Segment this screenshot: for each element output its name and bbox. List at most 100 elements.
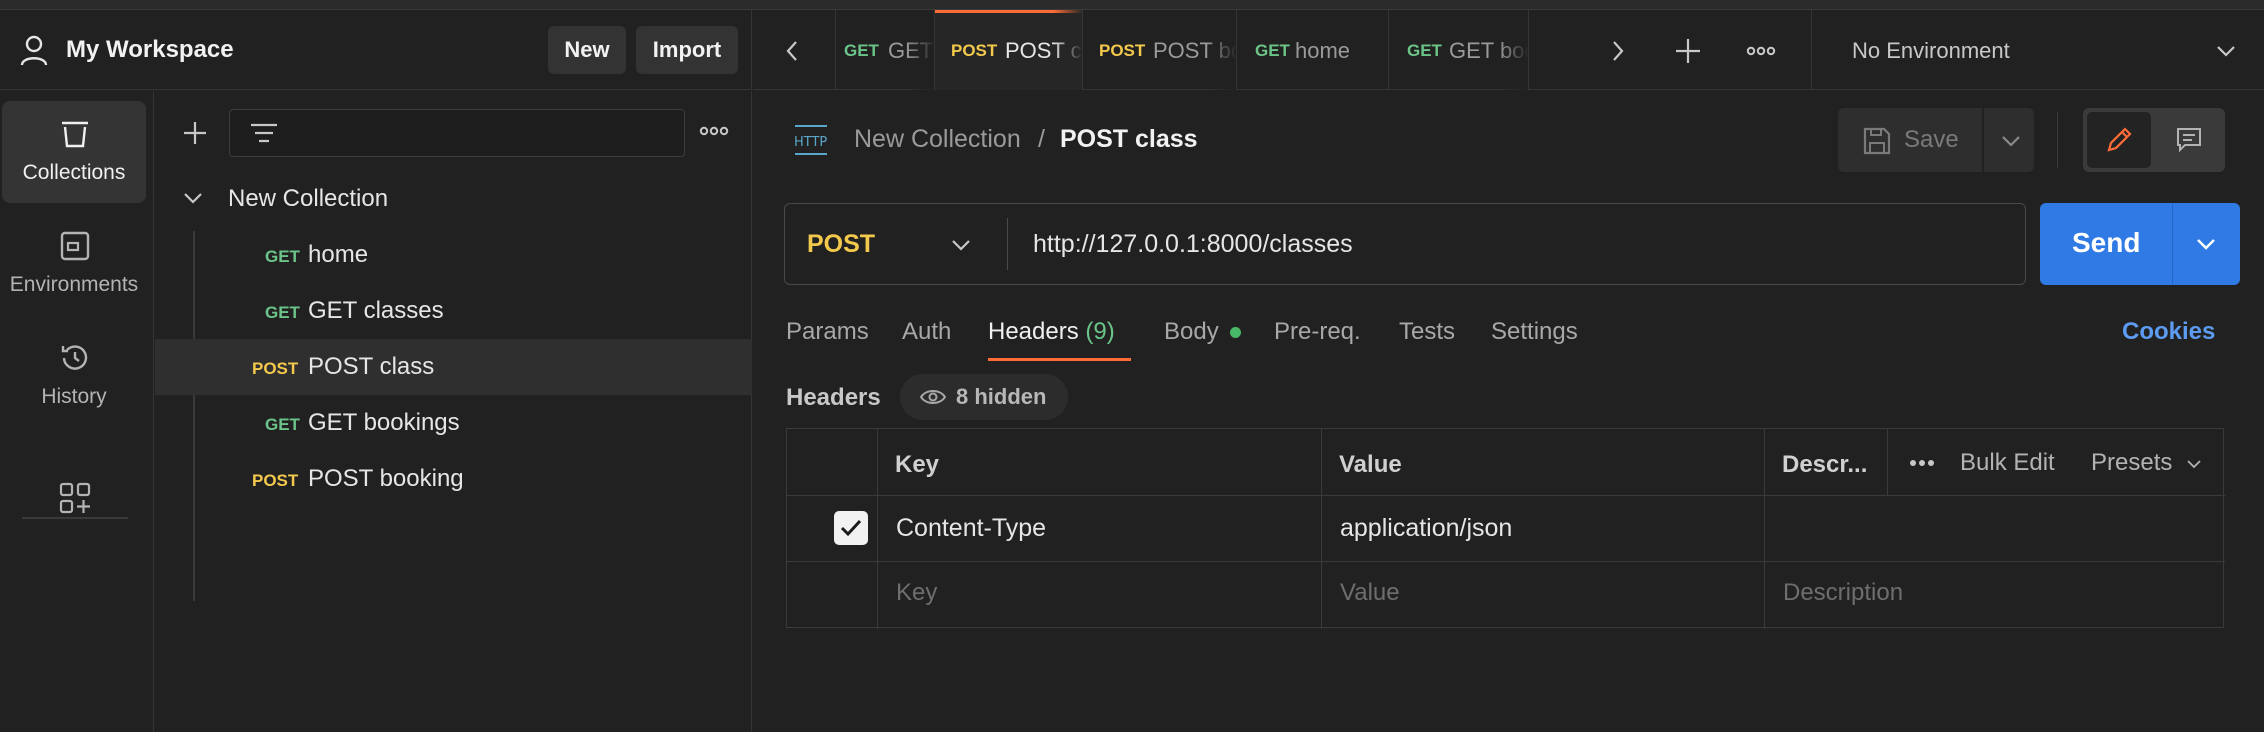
tab-get-classes[interactable]: GET GET classes xyxy=(835,10,935,90)
tab-auth[interactable]: Auth xyxy=(902,318,951,346)
new-value-input[interactable]: Value xyxy=(1340,579,1400,607)
list-item[interactable]: GET GET bookings xyxy=(155,395,752,451)
comments-mode-button[interactable] xyxy=(2157,112,2221,168)
cookies-link[interactable]: Cookies xyxy=(2122,318,2215,346)
presets-dropdown[interactable]: Presets xyxy=(2091,449,2172,477)
table-divider xyxy=(787,561,2225,562)
url-divider xyxy=(1007,218,1008,270)
new-button[interactable]: New xyxy=(548,26,626,74)
page-title[interactable]: POST class xyxy=(1060,125,1198,154)
list-item[interactable]: GET home xyxy=(155,227,752,283)
chevron-down-icon[interactable] xyxy=(2001,134,2021,148)
collection-row[interactable]: New Collection xyxy=(155,171,752,227)
add-widgets-icon[interactable] xyxy=(58,481,92,515)
tab-label: home xyxy=(1295,38,1351,63)
headers-table: Key Value Descr... Bulk Edit Presets Con… xyxy=(786,428,2225,629)
request-name: POST class xyxy=(308,353,435,380)
new-tab-plus-icon[interactable] xyxy=(1674,37,1702,65)
environment-selector[interactable]: No Environment xyxy=(1812,10,2264,90)
breadcrumb-parent[interactable]: New Collection xyxy=(854,125,1021,154)
save-button[interactable]: Save xyxy=(1838,108,2034,172)
mode-toggle xyxy=(2083,108,2225,172)
tab-home[interactable]: GET home xyxy=(1237,10,1389,90)
chevron-down-icon[interactable] xyxy=(2196,237,2216,251)
add-collection-icon[interactable] xyxy=(181,119,209,147)
pencil-icon xyxy=(2105,126,2133,154)
chevron-down-icon xyxy=(2216,44,2236,58)
header-value-cell[interactable]: application/json xyxy=(1340,514,1512,543)
collections-more-icon[interactable] xyxy=(699,125,729,137)
workspace-title[interactable]: My Workspace xyxy=(66,36,234,64)
workspace-header: My Workspace New Import xyxy=(0,10,752,90)
list-item[interactable]: GET GET classes xyxy=(155,283,752,339)
method-badge: GET xyxy=(265,247,300,266)
comment-icon xyxy=(2175,126,2203,154)
nav-history[interactable]: History xyxy=(2,325,146,427)
hidden-headers-label: 8 hidden xyxy=(956,384,1047,409)
chevron-down-icon[interactable] xyxy=(183,191,203,205)
tab-post-booking[interactable]: POST POST booking xyxy=(1083,10,1237,90)
send-split-divider xyxy=(2172,203,2173,285)
chevron-down-icon xyxy=(2187,459,2201,469)
method-badge: POST xyxy=(252,359,299,378)
chevron-down-icon xyxy=(951,238,971,252)
send-button[interactable]: Send xyxy=(2040,203,2240,285)
nav-collections[interactable]: Collections xyxy=(2,101,146,203)
request-name: GET bookings xyxy=(308,409,460,436)
method-value: POST xyxy=(807,230,876,258)
send-label: Send xyxy=(2072,227,2141,258)
nav-environments[interactable]: Environments xyxy=(2,213,146,315)
tab-headers[interactable]: Headers (9) xyxy=(988,318,1115,346)
request-name: POST booking xyxy=(308,465,464,492)
edit-mode-button[interactable] xyxy=(2087,112,2151,168)
bulk-edit-button[interactable]: Bulk Edit xyxy=(1960,449,2055,477)
tab-tests[interactable]: Tests xyxy=(1399,318,1455,346)
save-icon xyxy=(1862,126,1892,156)
tab-body[interactable]: Body xyxy=(1164,318,1219,346)
new-description-input[interactable]: Description xyxy=(1783,579,1903,607)
hidden-headers-toggle[interactable]: 8 hidden xyxy=(900,374,1068,420)
headers-section-title: Headers xyxy=(786,384,881,411)
columns-more-icon[interactable] xyxy=(1909,459,1935,467)
method-badge: GET xyxy=(265,415,300,434)
nav-divider xyxy=(22,517,128,519)
url-input[interactable]: http://127.0.0.1:8000/classes xyxy=(1033,230,1353,259)
list-item[interactable]: POST POST class xyxy=(155,339,752,395)
tab-prereq[interactable]: Pre-req. xyxy=(1274,318,1361,346)
import-button[interactable]: Import xyxy=(636,26,738,74)
save-split-divider xyxy=(1982,108,1984,172)
collections-panel: New Collection GET home GET GET classes … xyxy=(155,91,752,732)
tab-params[interactable]: Params xyxy=(786,318,869,346)
collection-name: New Collection xyxy=(228,185,389,212)
new-key-input[interactable]: Key xyxy=(896,579,937,607)
tab-headers-label: Headers xyxy=(988,318,1079,345)
search-collections-input[interactable] xyxy=(229,109,685,157)
tab-method: GET xyxy=(1407,41,1442,60)
tab-method: POST xyxy=(951,41,998,60)
list-item[interactable]: POST POST booking xyxy=(155,451,752,507)
header-key-cell[interactable]: Content-Type xyxy=(896,514,1046,543)
method-badge: GET xyxy=(265,303,300,322)
request-name: home xyxy=(308,241,369,268)
table-divider xyxy=(1321,429,1322,629)
tab-get-bookings[interactable]: GET GET bookings xyxy=(1389,10,1529,90)
chevron-left-icon[interactable] xyxy=(785,40,799,62)
table-divider xyxy=(877,429,878,629)
table-divider xyxy=(1887,429,1888,495)
request-name: GET classes xyxy=(308,297,444,324)
header-enabled-checkbox[interactable] xyxy=(834,511,868,545)
tab-post-class[interactable]: POST POST class xyxy=(935,10,1083,90)
user-icon[interactable] xyxy=(20,34,48,66)
tabs-more-icon[interactable] xyxy=(1746,45,1776,57)
breadcrumb-separator: / xyxy=(1038,125,1045,153)
tab-settings[interactable]: Settings xyxy=(1491,318,1578,346)
method-select[interactable]: POST xyxy=(785,204,1007,284)
filter-icon[interactable] xyxy=(250,122,278,146)
column-header-value: Value xyxy=(1339,451,1402,478)
chevron-right-icon[interactable] xyxy=(1611,40,1625,62)
window-top-bar xyxy=(0,0,2264,10)
tab-method: GET xyxy=(844,41,879,60)
column-header-key: Key xyxy=(895,451,940,478)
method-badge: POST xyxy=(252,471,299,490)
tab-fade xyxy=(1053,10,1082,90)
